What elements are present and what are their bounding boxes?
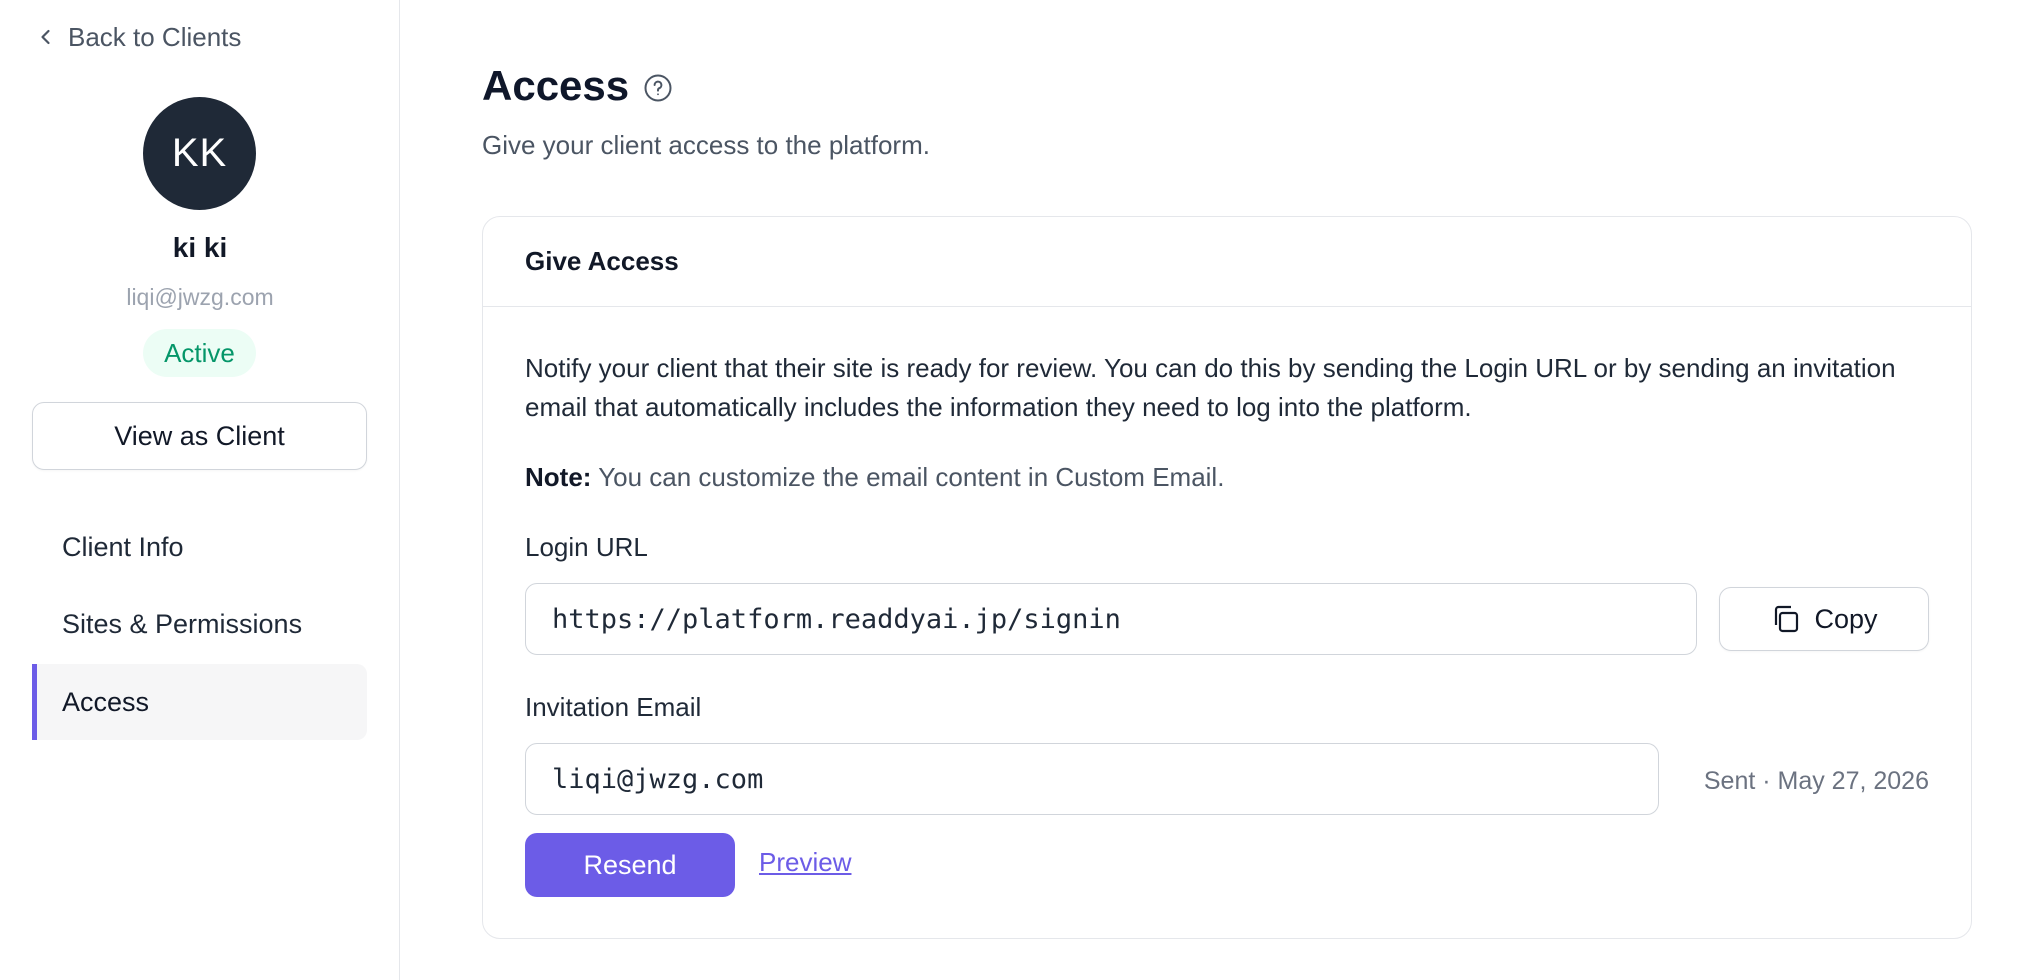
note-label: Note: <box>525 462 592 492</box>
preview-link[interactable]: Preview <box>759 847 851 878</box>
back-link-label: Back to Clients <box>68 21 242 52</box>
sidebar-item-label: Sites & Permissions <box>62 608 303 639</box>
status-badge: Active <box>143 329 256 377</box>
invitation-email-field[interactable]: liqi@jwzg.com <box>525 743 1659 815</box>
sent-status: Sent · May 27, 2026 <box>1703 767 1929 795</box>
sidebar-item-label: Client Info <box>62 531 184 562</box>
sidebar: Back to Clients KK ki ki liqi@jwzg.com A… <box>0 0 400 980</box>
question-circle-icon[interactable] <box>643 73 673 103</box>
note-text: Note: You can customize the email conten… <box>525 462 1224 493</box>
page-subtitle: Give your client access to the platform. <box>482 130 930 160</box>
copy-icon <box>1775 605 1799 633</box>
page-title-row: Access <box>482 62 673 110</box>
chevron-left-icon <box>41 29 50 45</box>
sidebar-item-client-info[interactable]: Client Info <box>32 509 367 585</box>
sidebar-item-sites-permissions[interactable]: Sites & Permissions <box>32 586 367 662</box>
access-description: Notify your client that their site is re… <box>525 353 1896 422</box>
page-title: Access <box>482 62 630 109</box>
resend-button[interactable]: Resend <box>525 833 735 897</box>
invitation-email-label: Invitation Email <box>525 692 702 722</box>
note-content: You can customize the email content in C… <box>591 462 1225 492</box>
view-as-client-button[interactable]: View as Client <box>32 402 367 470</box>
client-name: ki ki <box>172 232 228 263</box>
card-title: Give Access <box>483 217 1971 307</box>
back-to-clients-link[interactable]: Back to Clients <box>36 20 241 54</box>
give-access-card: Give Access Notify your client that thei… <box>482 216 1972 939</box>
sidebar-item-access[interactable]: Access <box>32 664 367 740</box>
main-content: Access Give your client access to the pl… <box>400 0 2022 980</box>
copy-button-label: Copy <box>1814 603 1878 634</box>
login-url-field[interactable]: https://platform.readdyai.jp/signin <box>525 583 1697 655</box>
sidebar-item-label: Access <box>62 686 150 717</box>
copy-button[interactable]: Copy <box>1719 587 1929 651</box>
avatar: KK <box>143 97 256 210</box>
login-url-label: Login URL <box>525 532 648 562</box>
client-email: liqi@jwzg.com <box>126 284 274 310</box>
